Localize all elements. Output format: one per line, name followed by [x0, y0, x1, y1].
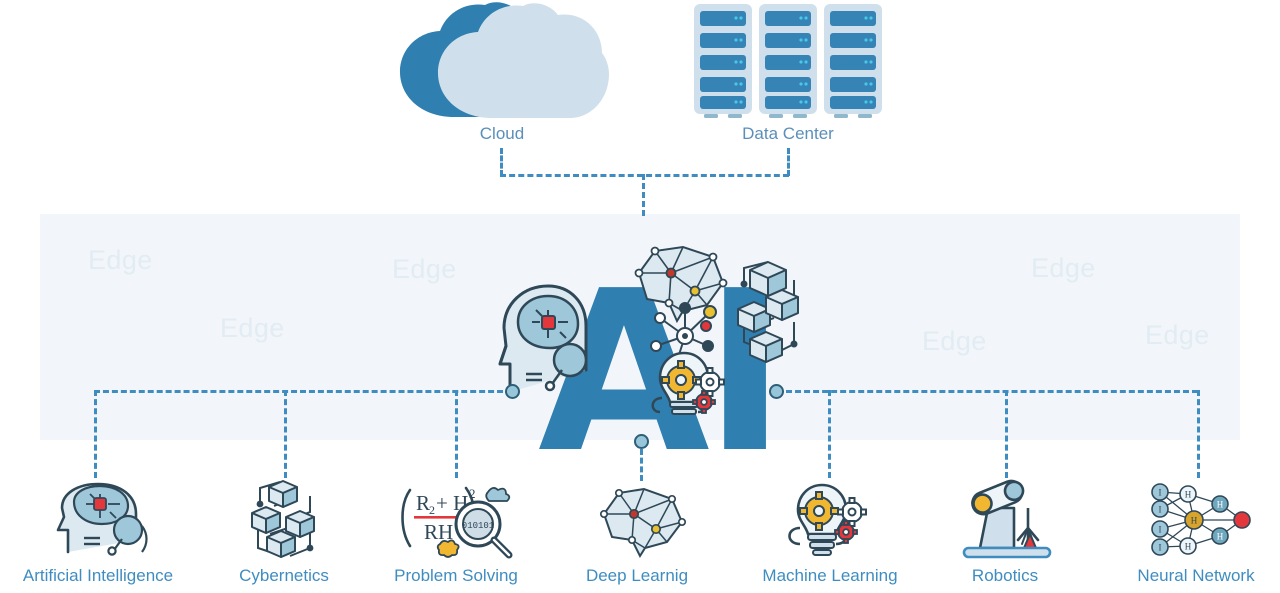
connector-left-bus [94, 390, 512, 393]
edge-watermark: Edge [392, 254, 457, 284]
connector-drop-artificial-intelligence [94, 390, 97, 478]
connector-right-bus [786, 390, 1198, 393]
connector-drop-machine-learning [828, 390, 831, 478]
label-problem-solving: Problem Solving [394, 566, 518, 585]
head-brain-chip-icon [44, 482, 152, 556]
label-deep-learning: Deep Learnig [585, 566, 689, 585]
edge-watermark: Edge [1031, 253, 1096, 283]
svg-text:R: R [416, 491, 430, 515]
label-neural-network: Neural Network [1137, 566, 1255, 585]
svg-text:H: H [1191, 516, 1198, 526]
label-robotics: Robotics [971, 566, 1039, 585]
svg-text:2: 2 [429, 503, 435, 517]
svg-text:H: H [1217, 532, 1224, 542]
connector-node-left [505, 384, 520, 399]
svg-text:I: I [1159, 505, 1162, 515]
formula-magnifier-icon: R 2 + H 2 RH 010101 [396, 482, 516, 559]
cloud-label: Cloud [479, 124, 525, 143]
connector-top-to-band [642, 174, 645, 216]
network-cubes-icon [250, 478, 320, 558]
connector-drop-robotics [1005, 390, 1008, 478]
edge-watermark: Edge [922, 326, 987, 356]
svg-text:I: I [1159, 488, 1162, 498]
connector-node-right [769, 384, 784, 399]
connector-drop-deep-learning [640, 449, 643, 481]
label-cybernetics: Cybernetics [239, 566, 329, 585]
label-machine-learning: Machine Learning [762, 566, 898, 585]
data-center-label: Data Center [742, 124, 834, 143]
network-cubes-icon [737, 258, 800, 368]
head-brain-chip-icon [492, 280, 588, 395]
connector-drop-cybernetics [284, 390, 287, 478]
bulb-gears-icon [782, 482, 882, 558]
neural-net-icon: I I I I H H H H H [1148, 482, 1252, 558]
connector-drop-problem-solving [455, 390, 458, 478]
polygon-brain-icon [592, 486, 687, 559]
connector-datacenter-drop [787, 148, 790, 176]
server-rack-icon [692, 2, 884, 120]
label-artificial-intelligence: Artificial Intelligence [22, 566, 174, 585]
bulb-gears-icon [648, 350, 728, 420]
edge-watermark: Edge [220, 313, 285, 343]
svg-text:I: I [1159, 525, 1162, 535]
edge-watermark: Edge [88, 245, 153, 275]
svg-text:2: 2 [469, 486, 476, 501]
cloud-icon [392, 2, 612, 120]
svg-text:010101: 010101 [462, 521, 494, 531]
connector-drop-neural-network [1197, 390, 1200, 478]
svg-text:H: H [1185, 542, 1192, 552]
edge-watermark: Edge [1145, 320, 1210, 350]
svg-text:H: H [1217, 500, 1224, 510]
connector-node-center [634, 434, 649, 449]
svg-text:I: I [1159, 543, 1162, 553]
connector-cloud-drop [500, 148, 503, 176]
robot-arm-icon [958, 478, 1056, 560]
diagram-canvas: Edge Edge Edge Edge Edge Edge Cloud Data… [0, 0, 1280, 593]
svg-text:H: H [1185, 490, 1192, 500]
